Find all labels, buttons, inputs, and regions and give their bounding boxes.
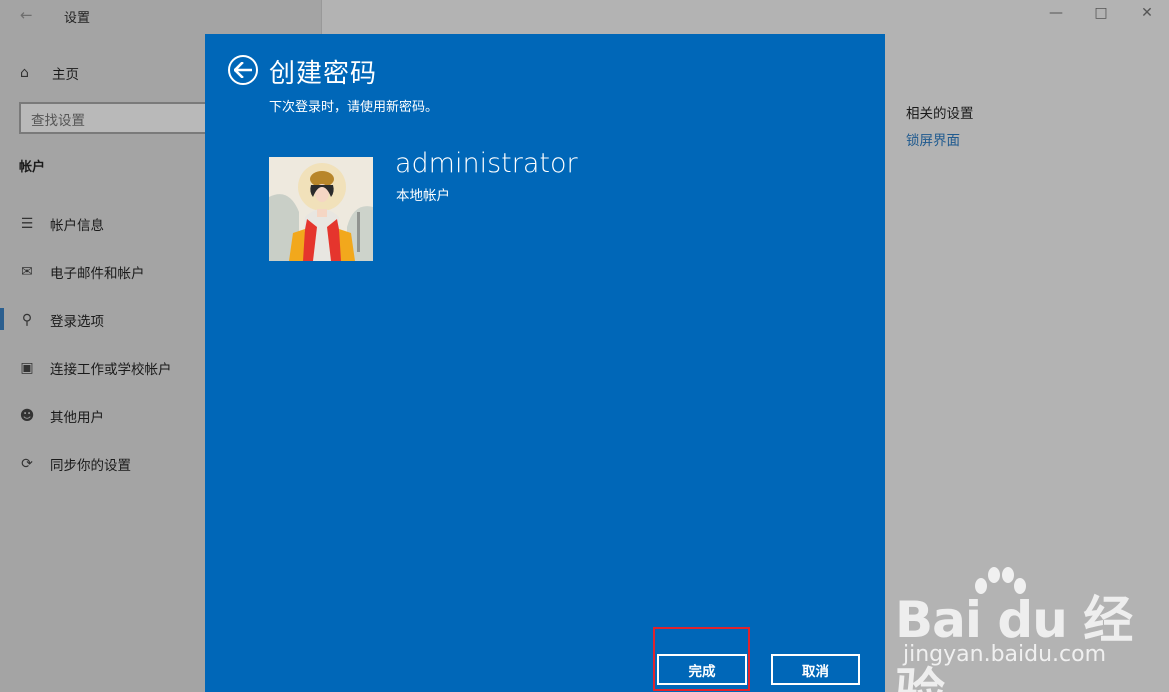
dialog-title: 创建密码 bbox=[269, 59, 378, 89]
email-icon: ✉ bbox=[21, 264, 33, 280]
username: administrator bbox=[395, 148, 578, 179]
key-icon: ⚲ bbox=[21, 312, 33, 328]
person-add-icon: ☻ bbox=[19, 408, 35, 424]
section-title: 帐户 bbox=[19, 160, 46, 175]
sidebar-item-work-school[interactable]: ▣ 连接工作或学校帐户 bbox=[18, 358, 172, 378]
sidebar-item-label: 连接工作或学校帐户 bbox=[50, 362, 172, 378]
search-placeholder: 查找设置 bbox=[31, 113, 85, 129]
sidebar-item-label: 其他用户 bbox=[50, 410, 104, 426]
watermark-main: Bai du 经验 bbox=[895, 591, 1133, 692]
baidu-watermark: Bai du 经验 jingyan.baidu.com bbox=[895, 562, 1165, 692]
sidebar-item-account-info[interactable]: ☰ 帐户信息 bbox=[18, 214, 104, 234]
watermark-url: jingyan.baidu.com bbox=[903, 642, 1107, 667]
search-input[interactable]: 查找设置 bbox=[19, 102, 219, 134]
title-bar: ← 设置 — □ ✕ bbox=[0, 0, 1169, 32]
sidebar-item-other-users[interactable]: ☻ 其他用户 bbox=[18, 406, 104, 426]
sidebar-item-sign-in-options[interactable]: ⚲ 登录选项 bbox=[18, 310, 104, 330]
create-password-dialog: 创建密码 下次登录时，请使用新密码。 administrator 本地帐户 完成… bbox=[205, 34, 885, 692]
related-settings-title: 相关的设置 bbox=[906, 106, 974, 122]
cancel-button[interactable]: 取消 bbox=[771, 654, 860, 685]
dialog-subtitle: 下次登录时，请使用新密码。 bbox=[269, 100, 439, 115]
avatar bbox=[269, 157, 373, 261]
sidebar-item-label: 电子邮件和帐户 bbox=[50, 266, 145, 282]
sidebar-item-label: 登录选项 bbox=[50, 314, 104, 330]
home-label: 主页 bbox=[52, 67, 79, 83]
close-icon[interactable]: ✕ bbox=[1137, 5, 1157, 21]
sidebar-item-email[interactable]: ✉ 电子邮件和帐户 bbox=[18, 262, 145, 282]
home-nav[interactable]: ⌂ 主页 bbox=[20, 63, 79, 83]
back-arrow-icon[interactable]: ← bbox=[20, 6, 33, 24]
sidebar-item-label: 同步你的设置 bbox=[50, 458, 131, 474]
annotation-highlight bbox=[653, 627, 750, 691]
minimize-icon[interactable]: — bbox=[1046, 5, 1066, 21]
account-type: 本地帐户 bbox=[396, 188, 450, 204]
window-title: 设置 bbox=[64, 11, 91, 26]
sidebar-item-sync[interactable]: ⟳ 同步你的设置 bbox=[18, 454, 131, 474]
cancel-button-label: 取消 bbox=[802, 663, 829, 680]
sync-icon: ⟳ bbox=[21, 456, 33, 472]
back-circle-icon[interactable] bbox=[228, 55, 258, 85]
lock-screen-link[interactable]: 锁屏界面 bbox=[906, 129, 960, 149]
maximize-icon[interactable]: □ bbox=[1091, 5, 1111, 21]
briefcase-icon: ▣ bbox=[20, 360, 34, 376]
account-info-icon: ☰ bbox=[20, 216, 34, 232]
sidebar-item-label: 帐户信息 bbox=[50, 218, 104, 234]
home-icon: ⌂ bbox=[20, 65, 29, 81]
selection-indicator bbox=[0, 308, 4, 330]
